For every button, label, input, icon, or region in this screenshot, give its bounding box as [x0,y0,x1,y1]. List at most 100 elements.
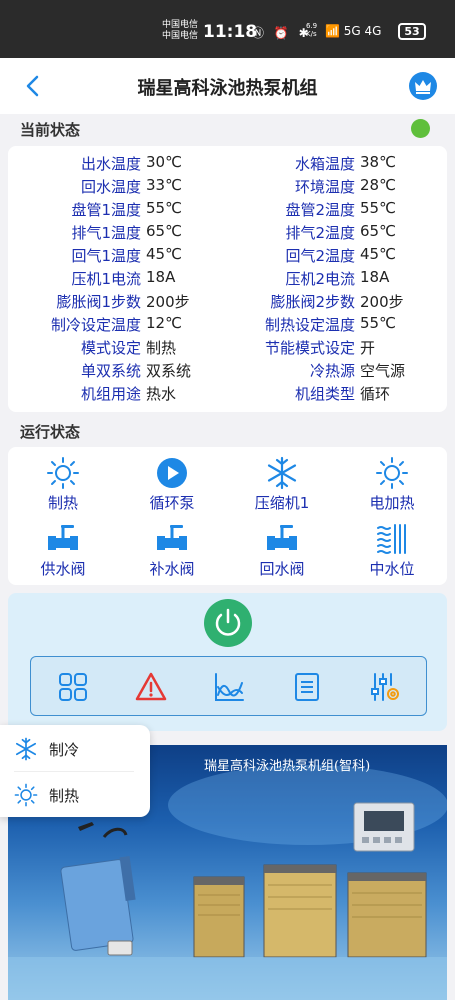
status-row: 回气1温度 45℃ 回气2温度 45℃ [8,242,447,265]
network-speed: 6.9 K/s [306,22,317,38]
status-value: 45℃ [360,245,396,263]
status-value: 12℃ [146,314,182,332]
net-speed-unit: K/s [306,30,317,38]
run-item-label: 中水位 [369,560,415,578]
power-button[interactable] [204,599,252,647]
play-icon [157,458,187,488]
status-label: 出水温度 [80,155,141,173]
crown-icon [415,80,431,94]
status-label: 模式设定 [80,339,141,357]
status-label: 制热设定温度 [264,316,355,334]
status-value: 开 [360,339,376,357]
snowflake-icon [267,456,297,490]
status-label: 盘管2温度 [285,201,355,219]
run-status-heading: 运行状态 [20,423,81,441]
system-status-bar: 中国电信 中国电信 11:18 Ⓝ ⏰ ✱ 6.9 K/s 📶 5G 4G 53 [0,0,455,58]
status-value: 55℃ [360,199,396,217]
status-label: 膨胀阀1步数 [56,293,141,311]
status-row: 盘管1温度 55℃ 盘管2温度 55℃ [8,196,447,219]
status-label: 回气1温度 [71,247,141,265]
status-row: 压机1电流 18A 压机2电流 18A [8,265,447,288]
mode-menu-label: 制热 [49,787,80,805]
banner-title: 瑞星高科泳池热泵机组(智科) [204,759,371,774]
settings-icon[interactable] [369,671,401,703]
status-value: 18A [360,268,390,286]
mode-menu: 制冷 制热 [0,725,150,817]
run-item-supply-valve: 供水阀 [13,522,113,579]
run-item-label: 补水阀 [149,560,195,578]
status-label: 排气2温度 [285,224,355,242]
battery-indicator: 53 [398,23,426,40]
status-value: 55℃ [146,199,182,217]
status-value: 65℃ [360,222,396,240]
mode-menu-item-heating[interactable]: 制热 [14,783,134,807]
run-item-label: 供水阀 [40,560,86,578]
function-toolbar [30,656,427,716]
run-item-mid-water-level: 中水位 [342,522,442,579]
run-item-electric-heating: 电加热 [342,456,442,513]
run-item-compressor-1: 压缩机1 [232,456,332,513]
status-label: 膨胀阀2步数 [270,293,355,311]
run-item-circulation-pump: 循环泵 [122,456,222,513]
run-item-label: 循环泵 [149,494,195,512]
online-indicator [411,119,430,138]
status-label: 冷热源 [309,362,355,380]
run-item-label: 回水阀 [259,560,305,578]
status-value: 18A [146,268,176,286]
crown-button[interactable] [409,72,437,100]
status-label: 排气1温度 [71,224,141,242]
carrier-line-1: 中国电信 [162,20,199,30]
status-label: 回气2温度 [285,247,355,265]
status-value: 空气源 [360,362,406,380]
signal-icons: 📶 5G 4G [325,24,382,38]
status-value: 28℃ [360,176,396,194]
alarm-icon[interactable] [135,671,167,703]
menu-divider [14,771,134,772]
status-row: 机组用途 热水 机组类型 循环 [8,380,447,403]
status-label: 环境温度 [294,178,355,196]
status-value: 热水 [146,385,177,403]
status-row: 膨胀阀1步数 200步 膨胀阀2步数 200步 [8,288,447,311]
power-icon [215,608,241,636]
net-speed-value: 6.9 [306,22,318,30]
status-value: 45℃ [146,245,182,263]
status-value: 制热 [146,339,177,357]
status-row: 排气1温度 65℃ 排气2温度 65℃ [8,219,447,242]
status-label: 机组类型 [294,385,355,403]
status-icons: Ⓝ ⏰ ✱ [252,26,312,40]
carrier-line-2: 中国电信 [162,31,199,41]
status-value: 38℃ [360,153,396,171]
run-item-heating: 制热 [13,456,113,513]
mode-menu-item-cooling[interactable]: 制冷 [14,737,134,761]
grid-icon[interactable] [57,671,89,703]
run-item-label: 电加热 [369,494,415,512]
carrier-info: 中国电信 中国电信 [162,20,198,42]
status-row: 单双系统 双系统 冷热源 空气源 [8,357,447,380]
current-status-heading: 当前状态 [20,121,81,139]
status-value: 55℃ [360,314,396,332]
run-item-label: 制热 [47,494,78,512]
chart-icon[interactable] [213,671,245,703]
app-header: 瑞星高科泳池热泵机组 [0,58,455,114]
water-level-icon [377,524,406,554]
list-icon[interactable] [291,671,323,703]
status-label: 机组用途 [80,385,141,403]
run-item-label: 压缩机1 [254,494,310,512]
sun-icon [47,457,79,489]
status-label: 制冷设定温度 [50,316,141,334]
status-value: 200步 [146,293,190,311]
status-value: 200步 [360,293,404,311]
run-item-return-valve: 回水阀 [232,522,332,579]
status-row: 制冷设定温度 12℃ 制热设定温度 55℃ [8,311,447,334]
status-label: 压机2电流 [285,270,355,288]
status-row: 回水温度 33℃ 环境温度 28℃ [8,173,447,196]
status-value: 33℃ [146,176,182,194]
valve-icon [157,525,187,550]
control-panel [8,593,447,731]
snowflake-icon [15,737,37,761]
status-row: 出水温度 30℃ 水箱温度 38℃ [8,150,447,173]
sun-icon [376,457,408,489]
run-status-card: 制热 循环泵 压缩机1 电加热 供水阀 补水阀 回水阀 中水位 [8,447,447,585]
status-value: 65℃ [146,222,182,240]
status-label: 单双系统 [80,362,141,380]
